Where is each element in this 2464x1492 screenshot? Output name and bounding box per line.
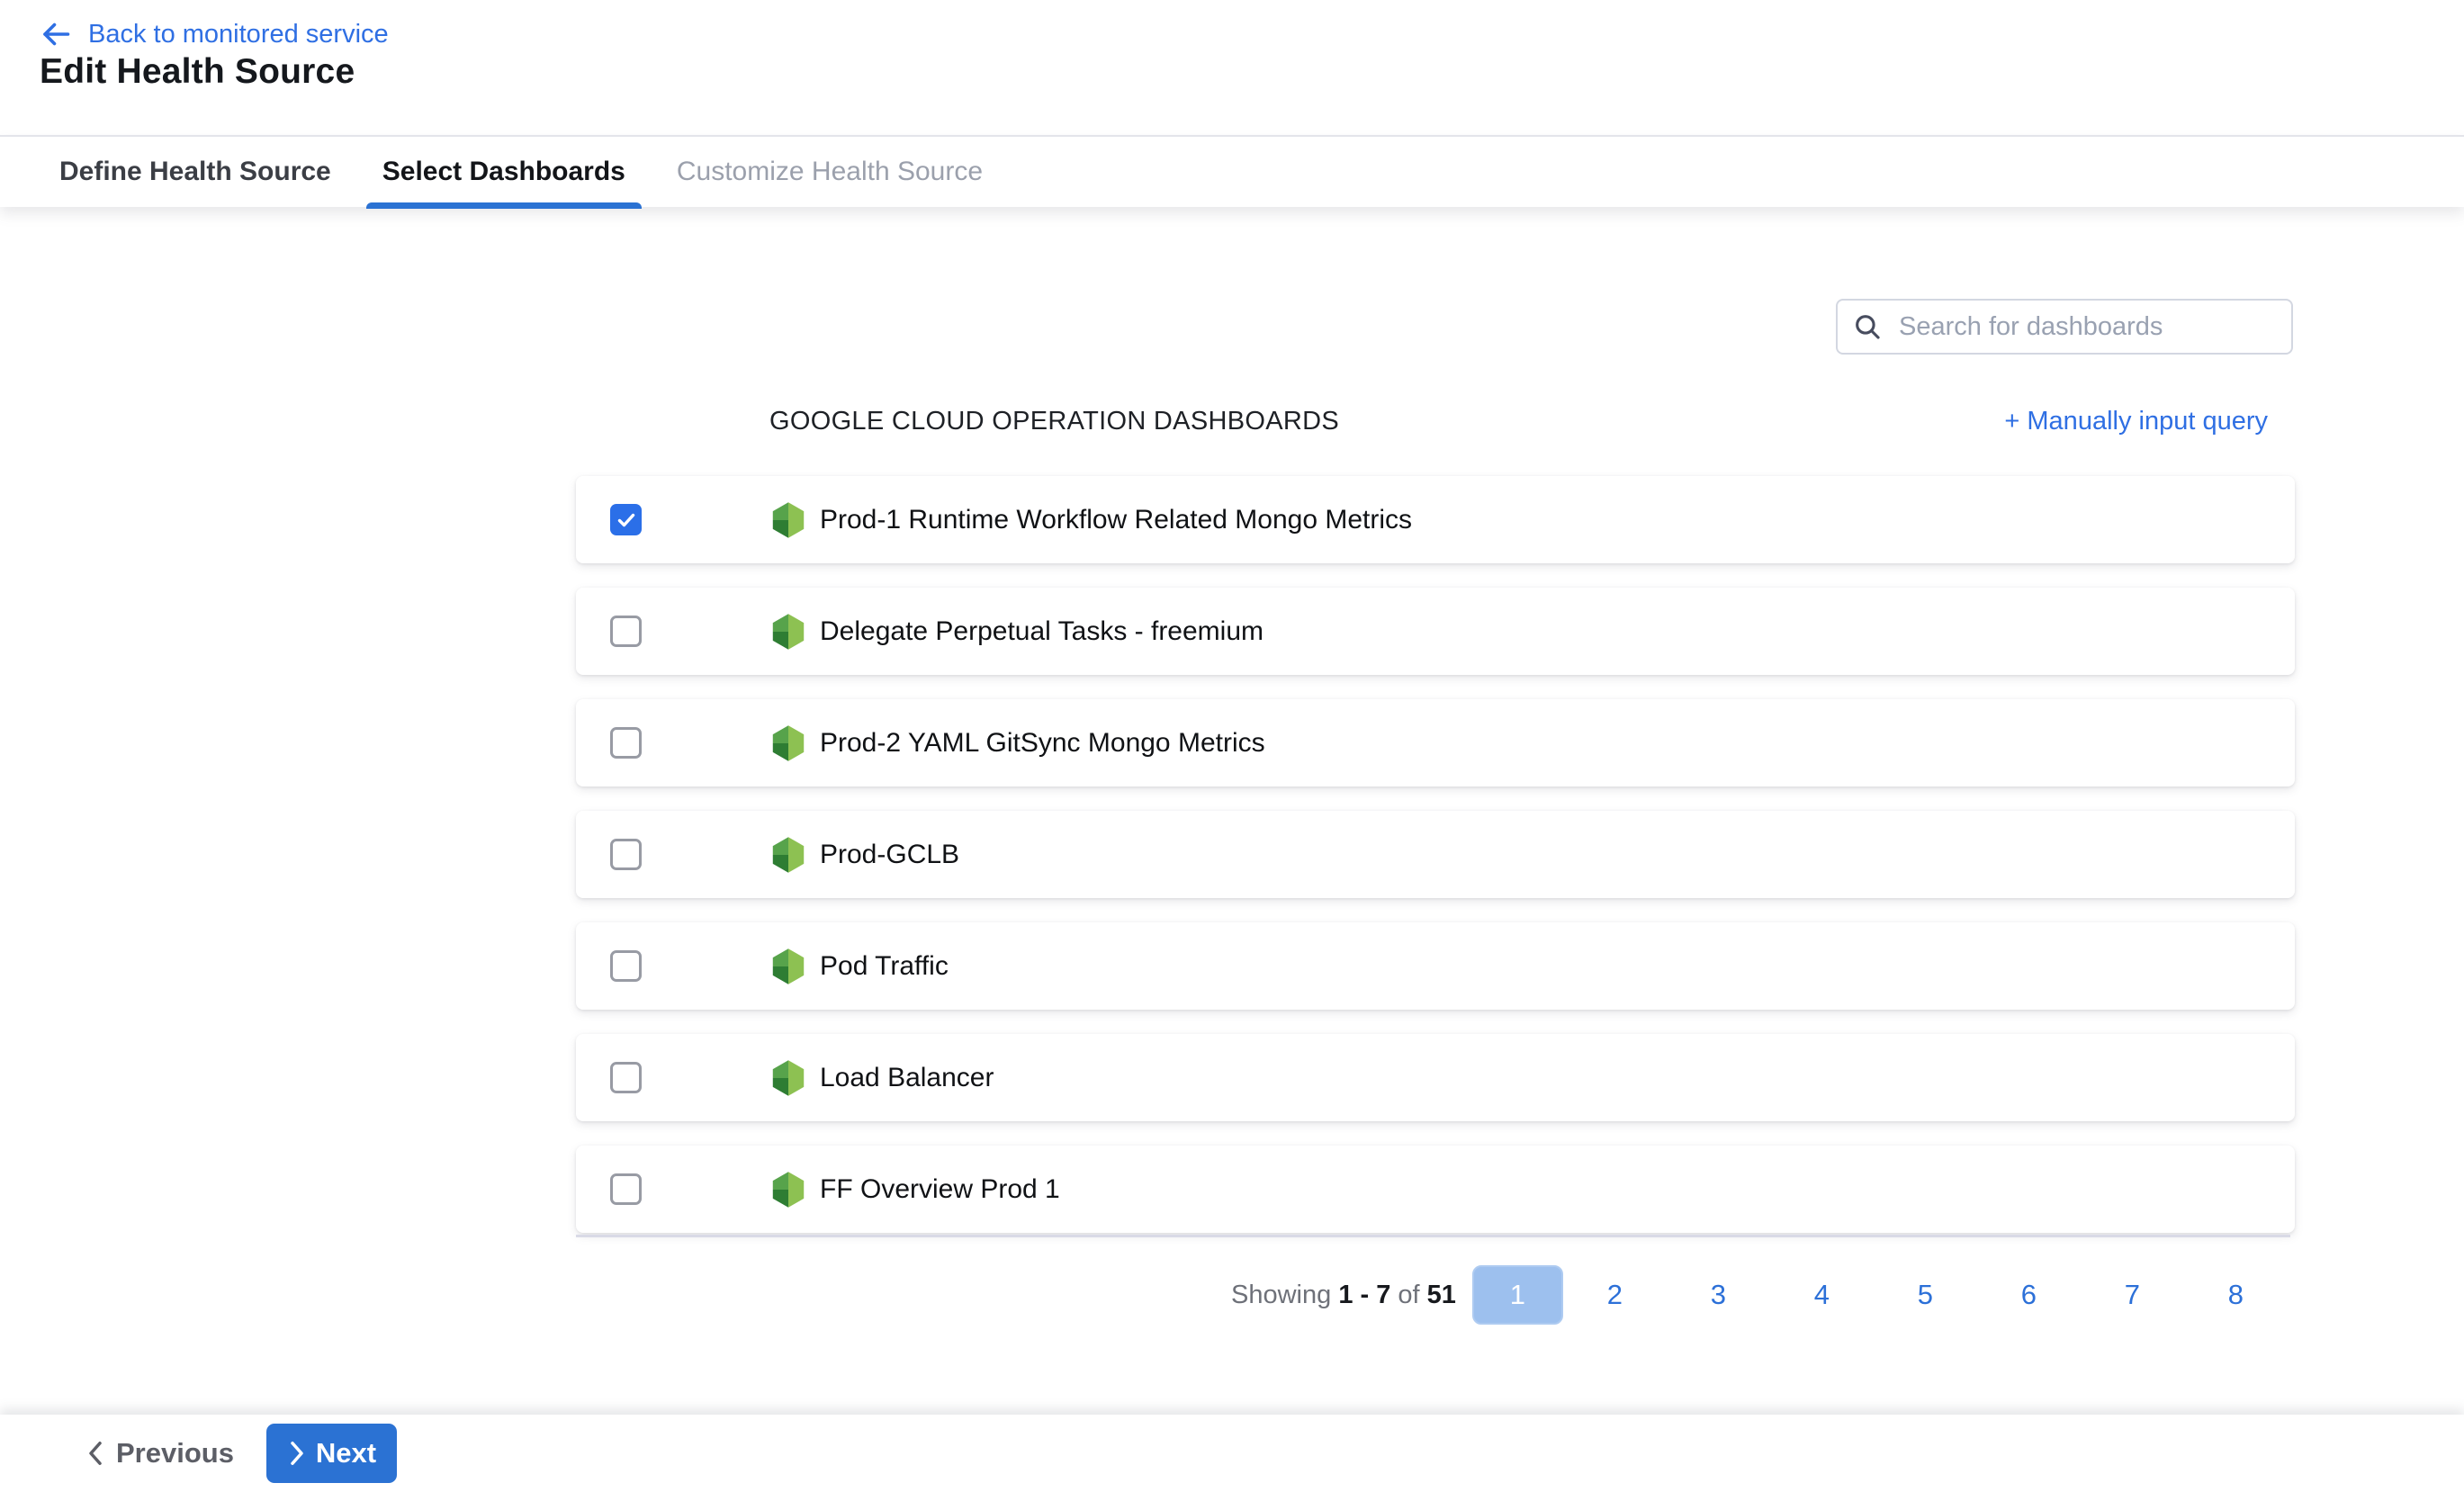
hexagon-dashboard-icon xyxy=(769,1169,807,1210)
page-button-2[interactable]: 2 xyxy=(1563,1279,1667,1311)
arrow-left-icon xyxy=(40,18,72,50)
dashboard-label: Prod-GCLB xyxy=(820,840,959,870)
hexagon-dashboard-icon xyxy=(769,946,807,987)
page-title: Edit Health Source xyxy=(40,52,355,92)
dashboard-checkbox[interactable] xyxy=(610,950,642,982)
dashboard-row[interactable]: Delegate Perpetual Tasks - freemium xyxy=(576,588,2295,675)
wizard-tabbar: Define Health Source Select Dashboards C… xyxy=(0,135,2464,207)
pagination: Showing 1 - 7 of 51 12345678 xyxy=(1231,1265,2288,1325)
search-input[interactable] xyxy=(1899,312,2277,342)
showing-total: 51 xyxy=(1427,1281,1456,1309)
back-link-label: Back to monitored service xyxy=(88,20,389,49)
hexagon-dashboard-icon xyxy=(769,611,807,652)
page-button-4[interactable]: 4 xyxy=(1770,1279,1874,1311)
dashboard-label: Prod-1 Runtime Workflow Related Mongo Me… xyxy=(820,505,1412,535)
checkmark-icon xyxy=(616,509,637,531)
next-button[interactable]: Next xyxy=(266,1424,397,1483)
dashboard-label: Delegate Perpetual Tasks - freemium xyxy=(820,616,1263,647)
tab-customize-health-source[interactable]: Customize Health Source xyxy=(673,137,986,207)
page-button-3[interactable]: 3 xyxy=(1667,1279,1770,1311)
previous-button[interactable]: Previous xyxy=(85,1415,234,1492)
section-heading: GOOGLE CLOUD OPERATION DASHBOARDS xyxy=(769,407,1339,436)
showing-text: Showing 1 - 7 of 51 xyxy=(1231,1281,1456,1310)
hexagon-dashboard-icon xyxy=(769,723,807,764)
page-button-5[interactable]: 5 xyxy=(1874,1279,1977,1311)
manually-input-query-link[interactable]: + Manually input query xyxy=(2004,407,2268,436)
list-divider xyxy=(576,1235,2290,1237)
dashboard-checkbox[interactable] xyxy=(610,727,642,759)
search-icon xyxy=(1852,311,1883,342)
dashboard-row[interactable]: Pod Traffic xyxy=(576,922,2295,1010)
hexagon-dashboard-icon xyxy=(769,1057,807,1099)
page-button-active-1[interactable]: 1 xyxy=(1472,1265,1563,1325)
dashboard-search-box xyxy=(1836,299,2293,355)
dashboard-label: Pod Traffic xyxy=(820,951,949,982)
dashboard-row[interactable]: Prod-1 Runtime Workflow Related Mongo Me… xyxy=(576,476,2295,563)
back-to-monitored-service-link[interactable]: Back to monitored service xyxy=(40,18,389,50)
hexagon-dashboard-icon xyxy=(769,834,807,876)
chevron-right-icon xyxy=(287,1440,307,1467)
dashboard-row[interactable]: FF Overview Prod 1 xyxy=(576,1146,2295,1233)
tab-define-health-source[interactable]: Define Health Source xyxy=(56,137,335,207)
dashboard-checkbox[interactable] xyxy=(610,504,642,535)
dashboard-label: FF Overview Prod 1 xyxy=(820,1174,1060,1205)
page-button-7[interactable]: 7 xyxy=(2081,1279,2184,1311)
dashboard-list: Prod-1 Runtime Workflow Related Mongo Me… xyxy=(576,476,2295,1257)
previous-button-label: Previous xyxy=(116,1437,234,1470)
chevron-left-icon xyxy=(85,1440,105,1467)
page-button-8[interactable]: 8 xyxy=(2184,1279,2288,1311)
tab-select-dashboards[interactable]: Select Dashboards xyxy=(379,137,629,207)
dashboard-checkbox[interactable] xyxy=(610,839,642,870)
dashboard-label: Load Balancer xyxy=(820,1063,994,1093)
page-button-6[interactable]: 6 xyxy=(1977,1279,2081,1311)
dashboard-row[interactable]: Prod-2 YAML GitSync Mongo Metrics xyxy=(576,699,2295,786)
showing-range: 1 - 7 xyxy=(1338,1281,1390,1309)
page-header: Back to monitored service Edit Health So… xyxy=(0,0,2464,135)
dashboard-label: Prod-2 YAML GitSync Mongo Metrics xyxy=(820,728,1265,759)
dashboard-checkbox[interactable] xyxy=(610,1062,642,1093)
dashboard-row[interactable]: Load Balancer xyxy=(576,1034,2295,1121)
next-button-label: Next xyxy=(316,1437,376,1470)
hexagon-dashboard-icon xyxy=(769,499,807,541)
dashboard-checkbox[interactable] xyxy=(610,1173,642,1205)
dashboard-checkbox[interactable] xyxy=(610,616,642,647)
dashboard-row[interactable]: Prod-GCLB xyxy=(576,811,2295,898)
footer-bar: Previous Next xyxy=(0,1415,2464,1492)
